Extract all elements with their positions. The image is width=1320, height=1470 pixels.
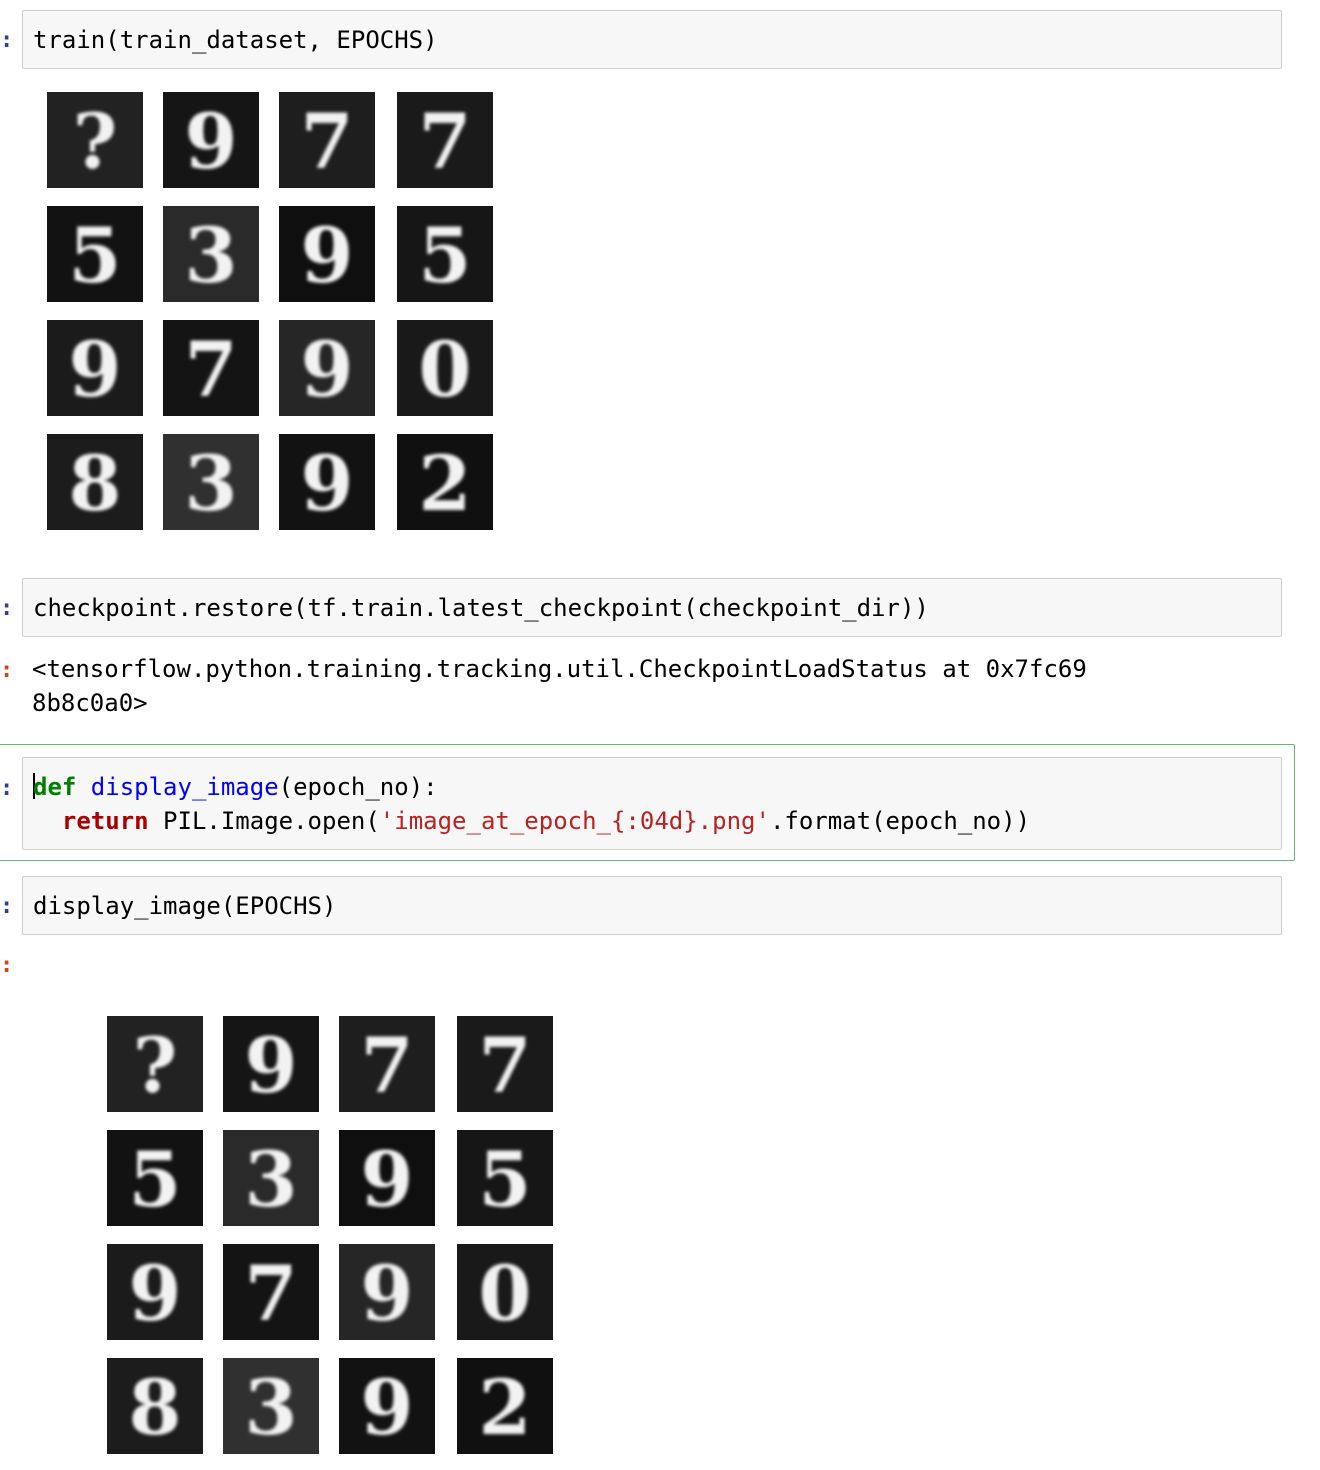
digit-image-tile: 9	[279, 434, 375, 530]
function-name: display_image	[76, 773, 279, 801]
cell-1-prompt: :	[0, 28, 14, 53]
code-cell-4[interactable]: display_image(EPOCHS)	[22, 876, 1282, 935]
digit-image-tile: 7	[397, 92, 493, 188]
function-params: (epoch_no):	[278, 773, 438, 801]
code-cell-4-text: display_image(EPOCHS)	[33, 892, 337, 920]
digit-image-tile: 8	[47, 434, 143, 530]
digit-glyph: 5	[69, 211, 122, 300]
code-cell-2[interactable]: checkpoint.restore(tf.train.latest_check…	[22, 578, 1282, 637]
digit-glyph: 3	[185, 439, 238, 528]
keyword-def: def	[33, 773, 77, 801]
digit-image-tile: ?	[47, 92, 143, 188]
digit-image-tile: 7	[223, 1244, 319, 1340]
digit-glyph: 2	[479, 1363, 532, 1452]
cell-2-output-prompt: :	[0, 658, 14, 683]
code-cell-1-text: train(train_dataset, EPOCHS)	[33, 26, 438, 54]
cell-3-prompt: :	[0, 776, 14, 801]
digit-glyph: 0	[479, 1249, 532, 1338]
digit-image-tile: 9	[163, 92, 259, 188]
digit-image-tile: 9	[339, 1244, 435, 1340]
code-cell-3-line-1: def display_image(epoch_no):	[33, 770, 438, 804]
code-cell-1[interactable]: train(train_dataset, EPOCHS)	[22, 10, 1282, 69]
digit-image-tile: 5	[107, 1130, 203, 1226]
digit-image-tile: 0	[397, 320, 493, 416]
digit-image-tile: 9	[339, 1130, 435, 1226]
digit-image-tile: 3	[163, 434, 259, 530]
digit-glyph: 3	[185, 211, 238, 300]
digit-glyph: 7	[245, 1249, 298, 1338]
digit-image-tile: 0	[457, 1244, 553, 1340]
digit-image-tile: 2	[397, 434, 493, 530]
digit-glyph: ?	[73, 97, 118, 186]
digit-glyph: 9	[185, 97, 238, 186]
digit-glyph: 7	[301, 97, 354, 186]
digit-image-tile: 7	[339, 1016, 435, 1112]
digit-image-tile: 7	[457, 1016, 553, 1112]
digit-glyph: 9	[361, 1135, 414, 1224]
digit-image-tile: 5	[47, 206, 143, 302]
digit-glyph: 9	[129, 1249, 182, 1338]
cell-2-output-line-2: 8b8c0a0>	[32, 689, 148, 717]
digit-glyph: 9	[361, 1249, 414, 1338]
digit-image-tile: 9	[223, 1016, 319, 1112]
digit-glyph: 9	[301, 325, 354, 414]
digit-image-tile: ?	[107, 1016, 203, 1112]
code-cell-3-line-2: return PIL.Image.open('image_at_epoch_{:…	[33, 804, 1030, 838]
digit-image-tile: 8	[107, 1358, 203, 1454]
digit-image-tile: 9	[47, 320, 143, 416]
digit-image-tile: 9	[107, 1244, 203, 1340]
digit-image-tile: 5	[457, 1130, 553, 1226]
digit-glyph: 5	[419, 211, 472, 300]
code-cell-3[interactable]: def display_image(epoch_no): return PIL.…	[22, 757, 1282, 850]
digit-glyph: 7	[419, 97, 472, 186]
digit-image-tile: 5	[397, 206, 493, 302]
cell-2-prompt: :	[0, 596, 14, 621]
digit-glyph: 9	[361, 1363, 414, 1452]
digit-image-tile: 9	[279, 320, 375, 416]
generated-digits-grid-2: ? 9 7 7 5 3 9 5 9 7 9 0 8 3 9 2	[107, 1016, 555, 1454]
filename-string: 'image_at_epoch_{:04d}.png'	[379, 807, 770, 835]
digit-glyph: 0	[419, 325, 472, 414]
digit-glyph: 8	[129, 1363, 182, 1452]
digit-image-tile: 7	[163, 320, 259, 416]
digit-glyph: ?	[133, 1021, 178, 1110]
digit-glyph: 9	[301, 439, 354, 528]
digit-glyph: 5	[479, 1135, 532, 1224]
digit-glyph: 9	[245, 1021, 298, 1110]
cell-4-output-prompt: :	[0, 953, 14, 978]
digit-image-tile: 2	[457, 1358, 553, 1454]
call-format: .format(epoch_no))	[769, 807, 1031, 835]
generated-digits-grid-1: ? 9 7 7 5 3 9 5 9 7 9 0 8 3 9 2	[47, 92, 495, 530]
digit-glyph: 3	[245, 1135, 298, 1224]
digit-image-tile: 9	[279, 206, 375, 302]
digit-glyph: 3	[245, 1363, 298, 1452]
digit-glyph: 7	[479, 1021, 532, 1110]
digit-image-tile: 7	[279, 92, 375, 188]
digit-image-tile: 9	[339, 1358, 435, 1454]
code-cell-2-text: checkpoint.restore(tf.train.latest_check…	[33, 594, 929, 622]
keyword-return: return	[61, 807, 149, 835]
digit-glyph: 9	[69, 325, 122, 414]
digit-image-tile: 3	[223, 1130, 319, 1226]
digit-image-tile: 3	[223, 1358, 319, 1454]
digit-glyph: 7	[361, 1021, 414, 1110]
call-open: PIL.Image.open(	[148, 807, 380, 835]
digit-glyph: 9	[301, 211, 354, 300]
digit-glyph: 7	[185, 325, 238, 414]
digit-image-tile: 3	[163, 206, 259, 302]
digit-glyph: 2	[419, 439, 472, 528]
cell-4-prompt: :	[0, 894, 14, 919]
cell-2-output-line-1: <tensorflow.python.training.tracking.uti…	[32, 655, 1087, 683]
digit-glyph: 8	[69, 439, 122, 528]
digit-glyph: 5	[129, 1135, 182, 1224]
